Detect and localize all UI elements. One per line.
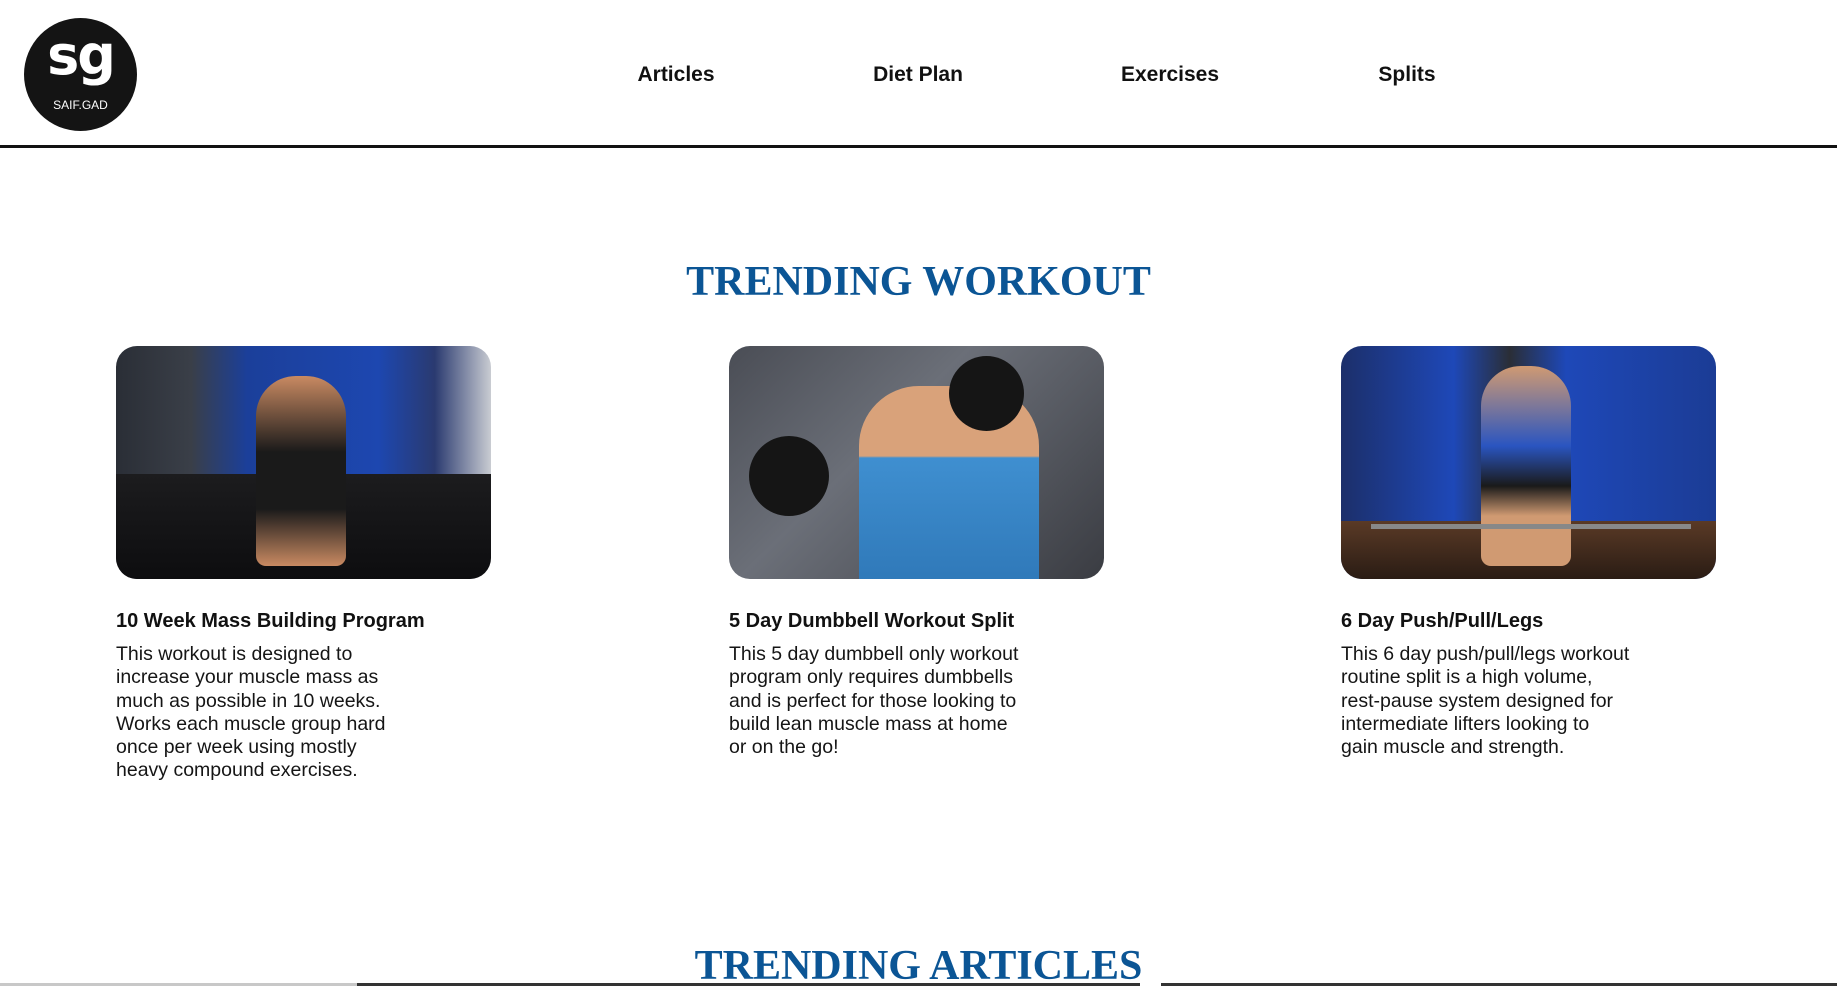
workout-image[interactable]: [729, 346, 1104, 579]
nav-exercises[interactable]: Exercises: [1121, 63, 1219, 87]
logo-name: SAIF.GAD: [53, 98, 108, 112]
trending-workout-title: TRENDING WORKOUT: [686, 259, 1151, 305]
workout-title[interactable]: 5 Day Dumbbell Workout Split: [729, 609, 1109, 633]
nav-articles[interactable]: Articles: [637, 63, 714, 87]
workout-card[interactable]: 10 Week Mass Building Program This worko…: [116, 346, 496, 783]
workout-title[interactable]: 10 Week Mass Building Program: [116, 609, 496, 633]
workout-description: This workout is designed to increase you…: [116, 643, 386, 782]
nav-diet-plan[interactable]: Diet Plan: [873, 63, 963, 87]
logo[interactable]: sg SAIF.GAD: [24, 18, 137, 131]
logo-mark: sg: [47, 24, 116, 87]
site-header: sg SAIF.GAD Articles Diet Plan Exercises…: [0, 0, 1837, 148]
workout-image[interactable]: [116, 346, 491, 579]
workout-description: This 6 day push/pull/legs workout routin…: [1341, 643, 1630, 759]
workout-card[interactable]: 6 Day Push/Pull/Legs This 6 day push/pul…: [1341, 346, 1721, 759]
workout-description: This 5 day dumbbell only workout program…: [729, 643, 1019, 759]
workout-image[interactable]: [1341, 346, 1716, 579]
nav-splits[interactable]: Splits: [1378, 63, 1435, 87]
workout-card[interactable]: 5 Day Dumbbell Workout Split This 5 day …: [729, 346, 1109, 759]
workout-title[interactable]: 6 Day Push/Pull/Legs: [1341, 609, 1721, 633]
